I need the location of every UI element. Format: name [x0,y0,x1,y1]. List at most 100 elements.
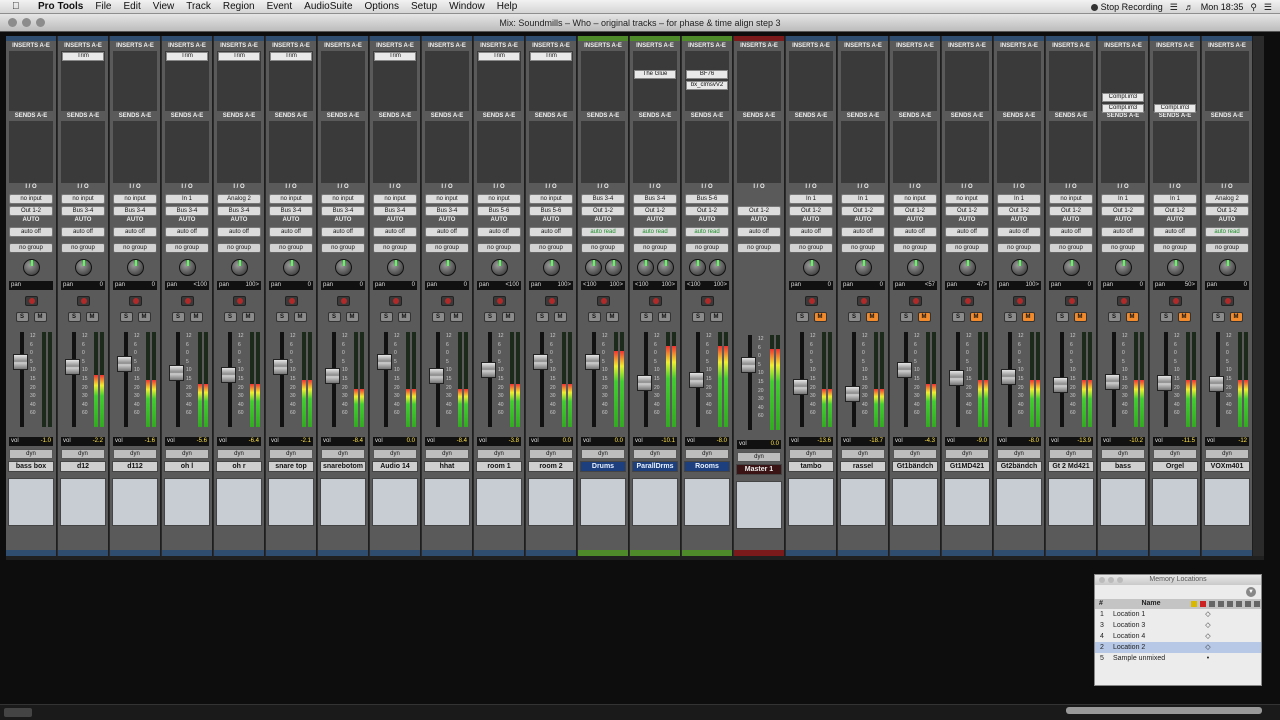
volume-fader[interactable] [169,365,184,382]
pan-knob[interactable] [906,258,924,276]
insert-slots[interactable] [789,51,833,111]
automation-mode[interactable]: auto read [1205,227,1249,237]
automation-mode[interactable]: auto off [945,227,989,237]
stop-recording-button[interactable]: Stop Recording [1090,2,1163,12]
track-name[interactable]: hhat [424,461,470,472]
mute-button[interactable]: M [345,312,359,322]
track-name[interactable]: Orgel [1152,461,1198,472]
automation-mode[interactable]: auto read [685,227,729,237]
automation-mode[interactable]: auto off [893,227,937,237]
memory-location-row[interactable]: 1 Location 1 ◇ [1095,609,1261,620]
comments-box[interactable] [632,478,678,526]
comments-box[interactable] [372,478,418,526]
volume-icon[interactable]: ♬ [1185,2,1194,12]
solo-button[interactable]: S [483,312,497,322]
solo-button[interactable]: S [119,312,133,322]
pan-knob[interactable] [74,258,92,276]
mute-button[interactable]: M [917,312,931,322]
comments-box[interactable] [1048,478,1094,526]
insert-slots[interactable] [113,51,157,111]
group-selector[interactable]: no group [113,243,157,253]
mute-button[interactable]: M [865,312,879,322]
dyn-button[interactable]: dyn [9,449,53,459]
comments-box[interactable] [1152,478,1198,526]
comments-box[interactable] [996,478,1042,526]
output-selector[interactable]: Out 1-2 [1049,206,1093,216]
insert-slots[interactable] [945,51,989,111]
send-slots[interactable] [165,121,209,183]
pan-knob[interactable] [542,258,560,276]
pan-readout[interactable]: pan 100> [217,281,261,290]
insert-slots[interactable] [997,51,1041,111]
insert-plugin[interactable]: Compl.im3 [1102,104,1144,113]
menu-track[interactable]: Track [180,0,217,14]
track-name[interactable]: Drums [580,461,626,472]
pan-readout[interactable]: pan 0 [841,281,885,290]
output-selector[interactable]: Out 1-2 [893,206,937,216]
menu-audiosuite[interactable]: AudioSuite [298,0,358,14]
menu-file[interactable]: File [89,0,117,14]
solo-button[interactable]: S [899,312,913,322]
mute-button[interactable]: M [241,312,255,322]
pan-knob[interactable] [126,258,144,276]
pan-readout[interactable]: pan 0 [113,281,157,290]
input-selector[interactable]: no input [945,194,989,204]
comments-box[interactable] [268,478,314,526]
pan-knob[interactable] [1010,258,1028,276]
automation-mode[interactable]: auto off [529,227,573,237]
input-selector[interactable]: In 1 [165,194,209,204]
pan-knob[interactable] [854,258,872,276]
pan-readout[interactable]: pan 0 [269,281,313,290]
comments-box[interactable] [788,478,834,526]
insert-plugin[interactable]: Trim [478,52,520,61]
insert-plugin[interactable]: The Glue [634,70,676,79]
group-selector[interactable]: no group [165,243,209,253]
group-selector[interactable]: no group [1101,243,1145,253]
output-selector[interactable]: Out 1-2 [737,206,781,216]
automation-mode[interactable]: auto off [321,227,365,237]
group-selector[interactable]: no group [1153,243,1197,253]
input-selector[interactable]: In 1 [997,194,1041,204]
input-selector[interactable]: no input [113,194,157,204]
dyn-button[interactable]: dyn [841,449,885,459]
automation-mode[interactable]: auto read [581,227,625,237]
comments-box[interactable] [684,478,730,526]
send-slots[interactable] [945,121,989,183]
col-number[interactable]: # [1095,599,1111,609]
comments-box[interactable] [8,478,54,526]
record-enable-button[interactable] [544,296,558,306]
pan-knob-right[interactable] [604,258,622,276]
group-selector[interactable]: no group [841,243,885,253]
automation-mode[interactable]: auto off [1049,227,1093,237]
dyn-button[interactable]: dyn [165,449,209,459]
send-slots[interactable] [1049,121,1093,183]
input-selector[interactable]: Analog 2 [1205,194,1249,204]
volume-fader[interactable] [637,374,652,391]
volume-readout[interactable]: vol -13.6 [789,437,833,446]
volume-readout[interactable]: vol -12 [1205,437,1249,446]
track-name[interactable]: tambo [788,461,834,472]
mute-button[interactable]: M [137,312,151,322]
mute-button[interactable]: M [969,312,983,322]
dyn-button[interactable]: dyn [945,449,989,459]
pan-knob[interactable] [1062,258,1080,276]
solo-button[interactable]: S [327,312,341,322]
solo-button[interactable]: S [379,312,393,322]
pan-knob[interactable] [490,258,508,276]
pan-knob[interactable] [958,258,976,276]
output-selector[interactable]: Out 1-2 [685,206,729,216]
menu-window[interactable]: Window [443,0,491,14]
pan-readout[interactable]: pan 47> [945,281,989,290]
record-enable-button[interactable] [908,296,922,306]
track-name[interactable]: snarebotom [320,461,366,472]
volume-fader[interactable] [741,357,756,374]
send-slots[interactable] [841,121,885,183]
horizontal-scroll-thumb[interactable] [1066,707,1262,714]
input-selector[interactable]: no input [477,194,521,204]
comments-box[interactable] [216,478,262,526]
pre-post-roll-icon[interactable] [1218,601,1224,607]
insert-plugin[interactable]: Trim [166,52,208,61]
group-enables-icon[interactable] [1245,601,1251,607]
output-selector[interactable]: Bus 5-6 [477,206,521,216]
memory-location-row[interactable]: 5 Sample unmixed • [1095,653,1261,664]
